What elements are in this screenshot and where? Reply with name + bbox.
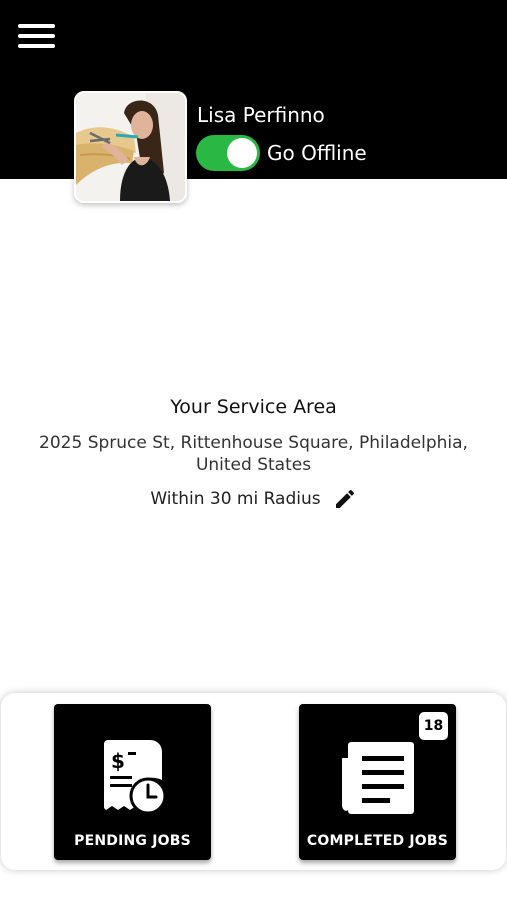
completed-jobs-button[interactable]: 18 COMPLETED JOBS <box>299 704 456 860</box>
pending-jobs-label: PENDING JOBS <box>74 833 191 849</box>
hamburger-menu-icon[interactable] <box>18 24 56 50</box>
pencil-icon[interactable] <box>333 487 357 511</box>
completed-jobs-count-badge: 18 <box>419 712 448 740</box>
service-radius-text: Within 30 mi Radius <box>150 489 321 509</box>
avatar[interactable] <box>74 91 187 203</box>
document-list-icon <box>299 740 456 816</box>
service-area-section: Your Service Area 2025 Spruce St, Ritten… <box>0 396 507 511</box>
pending-jobs-button[interactable]: $ PENDING JOBS <box>54 704 211 860</box>
service-radius-row: Within 30 mi Radius <box>0 487 507 511</box>
top-header: Lisa Perfinno Go Offline <box>0 0 507 203</box>
bottom-nav-card: $ PENDING JOBS 18 COMPLETED JOBS <box>1 693 506 870</box>
online-status-toggle[interactable] <box>196 135 260 171</box>
service-area-title: Your Service Area <box>170 396 337 418</box>
status-toggle-label: Go Offline <box>267 141 367 165</box>
svg-text:$: $ <box>111 749 125 773</box>
completed-jobs-label: COMPLETED JOBS <box>306 833 449 849</box>
user-name: Lisa Perfinno <box>197 103 325 127</box>
service-area-address: 2025 Spruce St, Rittenhouse Square, Phil… <box>39 433 468 475</box>
receipt-clock-icon: $ <box>54 740 211 816</box>
toggle-knob <box>227 138 257 168</box>
